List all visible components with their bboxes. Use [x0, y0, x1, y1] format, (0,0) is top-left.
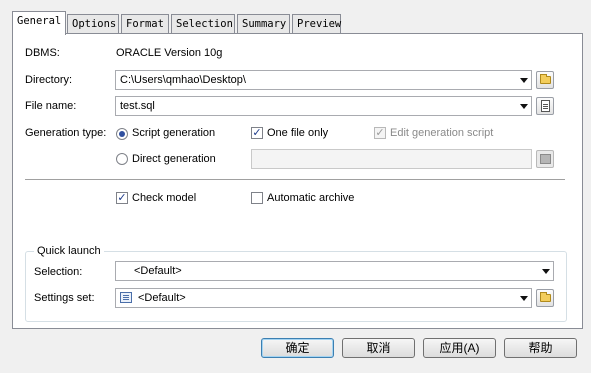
- settings-set-label: Settings set:: [34, 292, 95, 304]
- settings-set-value: <Default>: [138, 292, 186, 304]
- automatic-archive-label[interactable]: Automatic archive: [267, 192, 354, 204]
- apply-button[interactable]: 应用(A): [423, 338, 496, 358]
- chevron-down-icon[interactable]: [520, 104, 528, 109]
- separator: [25, 179, 565, 180]
- data-source-field: [251, 149, 532, 169]
- folder-icon: [540, 74, 551, 84]
- filename-value: test.sql: [120, 100, 155, 112]
- one-file-only-checkbox[interactable]: ✓: [251, 127, 263, 139]
- connect-icon: [540, 154, 551, 164]
- cancel-button[interactable]: 取消: [342, 338, 415, 358]
- ok-button[interactable]: 确定: [261, 338, 334, 358]
- directory-value: C:\Users\qmhao\Desktop\: [120, 74, 246, 86]
- folder-icon: [540, 292, 551, 302]
- browse-directory-button[interactable]: [536, 71, 554, 89]
- browse-settings-button[interactable]: [536, 289, 554, 307]
- one-file-only-label[interactable]: One file only: [267, 127, 328, 139]
- tab-summary[interactable]: Summary: [237, 14, 290, 34]
- radio-selected-dot: [119, 131, 125, 137]
- help-button[interactable]: 帮助: [504, 338, 577, 358]
- chevron-down-icon[interactable]: [542, 269, 550, 274]
- filename-label: File name:: [25, 100, 77, 112]
- direct-generation-radio[interactable]: [116, 153, 128, 165]
- selection-value: <Default>: [134, 265, 182, 277]
- directory-combo[interactable]: C:\Users\qmhao\Desktop\: [115, 70, 532, 90]
- edit-generation-script-checkbox: ✓: [374, 127, 386, 139]
- tab-preview[interactable]: Preview: [292, 14, 341, 34]
- edit-file-button[interactable]: [536, 97, 554, 115]
- data-source-button: [536, 150, 554, 168]
- direct-generation-label[interactable]: Direct generation: [132, 153, 216, 165]
- tab-options[interactable]: Options: [67, 14, 119, 34]
- list-icon: [120, 292, 132, 303]
- selection-label: Selection:: [34, 266, 83, 278]
- settings-set-combo[interactable]: <Default>: [115, 288, 532, 308]
- tab-format[interactable]: Format: [121, 14, 169, 34]
- general-panel: DBMS: ORACLE Version 10g Directory: C:\U…: [12, 33, 583, 329]
- script-generation-label[interactable]: Script generation: [132, 127, 215, 139]
- dbms-label: DBMS:: [25, 47, 60, 59]
- dbms-value: ORACLE Version 10g: [116, 47, 223, 59]
- tab-general[interactable]: General: [12, 11, 66, 35]
- chevron-down-icon[interactable]: [520, 78, 528, 83]
- check-model-label[interactable]: Check model: [132, 192, 196, 204]
- chevron-down-icon[interactable]: [520, 296, 528, 301]
- directory-label: Directory:: [25, 74, 73, 86]
- generation-type-label: Generation type:: [25, 127, 107, 139]
- edit-generation-script-label: Edit generation script: [390, 127, 494, 139]
- check-model-checkbox[interactable]: ✓: [116, 192, 128, 204]
- selection-combo[interactable]: <Default>: [115, 261, 554, 281]
- quick-launch-title: Quick launch: [34, 245, 104, 257]
- automatic-archive-checkbox[interactable]: [251, 192, 263, 204]
- script-generation-radio[interactable]: [116, 128, 128, 140]
- document-icon: [541, 100, 550, 112]
- filename-combo[interactable]: test.sql: [115, 96, 532, 116]
- tab-selection[interactable]: Selection: [171, 14, 235, 34]
